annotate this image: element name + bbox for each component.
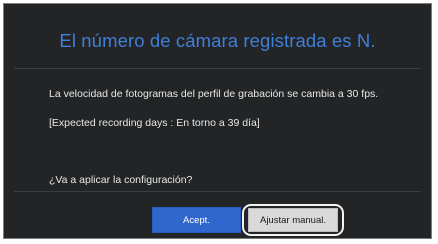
adjust-manually-button[interactable]: Ajustar manual. — [248, 208, 338, 232]
manual-button-focus-ring: Ajustar manual. — [242, 204, 344, 236]
dialog-title: El número de cámara registrada es N. — [59, 30, 376, 51]
confirmation-dialog: El número de cámara registrada es N. La … — [3, 3, 432, 239]
frame-rate-message: La velocidad de fotogramas del perfil de… — [49, 88, 379, 100]
recording-days-message: [Expected recording days : En torno a 39… — [49, 117, 260, 129]
footer-divider — [14, 191, 421, 192]
title-divider — [14, 68, 421, 69]
accept-button[interactable]: Acept. — [152, 207, 241, 233]
apply-question: ¿Va a aplicar la configuración? — [49, 174, 193, 186]
